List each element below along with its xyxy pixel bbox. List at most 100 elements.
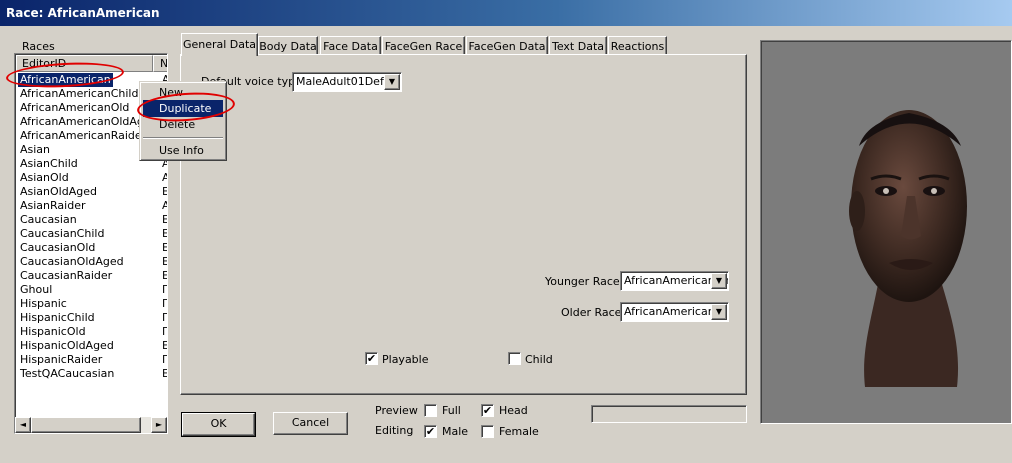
column-header-name[interactable]: N: [153, 55, 167, 72]
tab-face-data[interactable]: Face Data: [320, 36, 381, 56]
race-editorid: AsianRaider: [20, 199, 86, 212]
younger-race-label: Younger Race: [545, 275, 620, 288]
race-editorid: CaucasianOld: [20, 241, 96, 254]
race-editorid: AsianChild: [20, 157, 78, 170]
race-name-cell: Γ: [162, 353, 168, 366]
race-editorid: Caucasian: [20, 213, 77, 226]
race-editorid: AsianOld: [20, 171, 69, 184]
context-menu: New Duplicate Delete Use Info: [139, 81, 227, 161]
voice-type-value: MaleAdult01Defau: [296, 75, 398, 88]
menu-item-new[interactable]: New: [143, 84, 223, 101]
race-editorid: CaucasianChild: [20, 227, 105, 240]
race-name-cell: Γ: [162, 283, 168, 296]
window-title: Race: AfricanAmerican: [6, 6, 160, 20]
race-editorid: Hispanic: [20, 297, 67, 310]
preview-full-label: Full: [442, 404, 461, 417]
scroll-left-button[interactable]: ◄: [15, 417, 31, 433]
race-name-cell: E: [162, 213, 167, 227]
race-editorid: AfricanAmerican: [18, 73, 113, 87]
older-race-dropdown[interactable]: AfricanAmericanOl ▼: [620, 302, 729, 322]
scroll-left-icon: ◄: [19, 420, 27, 429]
editing-male-checkbox[interactable]: ✔: [424, 425, 437, 438]
menu-item-delete[interactable]: Delete: [143, 116, 223, 133]
race-editorid: AfricanAmericanRaider: [20, 129, 147, 142]
race-row[interactable]: AsianOldAged E: [16, 185, 167, 199]
race-editorid: TestQACaucasian: [20, 367, 115, 380]
race-row[interactable]: TestQACaucasian E: [16, 367, 167, 381]
child-checkbox[interactable]: [508, 352, 521, 365]
race-name-cell: E: [162, 255, 167, 269]
cancel-button[interactable]: Cancel: [273, 412, 348, 435]
dropdown-arrow-icon[interactable]: ▼: [711, 273, 727, 289]
race-editorid: CaucasianRaider: [20, 269, 113, 282]
race-row[interactable]: HispanicOld Γ: [16, 325, 168, 339]
younger-race-dropdown[interactable]: AfricanAmericanCh ▼: [620, 271, 729, 291]
race-name-cell: A: [162, 199, 167, 213]
race-row[interactable]: Hispanic Γ: [16, 297, 167, 311]
menu-item-use-info[interactable]: Use Info: [143, 142, 223, 159]
tab-reactions[interactable]: Reactions: [608, 36, 667, 56]
race-row[interactable]: CaucasianRaider E: [16, 269, 167, 283]
tab-text-data[interactable]: Text Data: [549, 36, 607, 56]
race-row[interactable]: CaucasianOldAged E: [16, 255, 167, 269]
editing-female-label: Female: [499, 425, 539, 438]
race-name-cell: E: [162, 227, 167, 241]
race-row[interactable]: HispanicRaider Γ: [16, 353, 168, 367]
race-row[interactable]: Ghoul Γ: [16, 283, 168, 297]
race-name-cell: E: [162, 339, 167, 353]
general-data-panel: Default voice type MaleAdult01Defau ▼ Yo…: [180, 54, 747, 395]
race-editorid: HispanicChild: [20, 311, 95, 324]
race-row[interactable]: CaucasianChild E: [16, 227, 167, 241]
dropdown-arrow-icon[interactable]: ▼: [711, 304, 727, 320]
race-name-cell: E: [162, 241, 167, 255]
preview-label: Preview: [375, 404, 418, 417]
check-icon: ✔: [482, 404, 493, 417]
race-row[interactable]: AsianOld A: [16, 171, 167, 185]
race-editorid: AsianOldAged: [20, 185, 97, 198]
race-editorid: AfricanAmericanOldAged: [20, 115, 158, 128]
race-editorid: Ghoul: [20, 283, 53, 296]
race-row[interactable]: AsianRaider A: [16, 199, 167, 213]
tab-body-data[interactable]: Body Data: [258, 36, 318, 56]
voice-type-dropdown[interactable]: MaleAdult01Defau ▼: [292, 72, 402, 92]
race-name-cell: E: [162, 185, 167, 199]
race-row[interactable]: CaucasianOld E: [16, 241, 167, 255]
race-editorid: AfricanAmericanChild: [20, 87, 139, 100]
child-label: Child: [525, 353, 553, 366]
playable-checkbox[interactable]: ✔: [365, 352, 378, 365]
race-editorid: CaucasianOldAged: [20, 255, 124, 268]
race-row[interactable]: HispanicOldAged E: [16, 339, 167, 353]
race-name-cell: Γ: [162, 311, 168, 324]
races-horizontal-scrollbar[interactable]: ◄ ►: [15, 417, 167, 433]
tab-general-data[interactable]: General Data: [181, 33, 258, 56]
scroll-thumb[interactable]: [31, 417, 141, 433]
ok-button[interactable]: OK: [181, 412, 256, 437]
editing-female-checkbox[interactable]: [481, 425, 494, 438]
races-label: Races: [22, 40, 55, 53]
menu-separator: [143, 137, 223, 139]
editing-label: Editing: [375, 424, 414, 437]
window-title-bar[interactable]: Race: AfricanAmerican: [0, 0, 1012, 26]
older-race-label: Older Race: [561, 306, 622, 319]
race-name-cell: E: [162, 269, 167, 283]
scroll-right-icon: ►: [155, 420, 163, 429]
race-row[interactable]: Caucasian E: [16, 213, 167, 227]
menu-item-duplicate[interactable]: Duplicate: [143, 100, 223, 117]
race-editorid: HispanicOld: [20, 325, 86, 338]
check-icon: ✔: [366, 352, 377, 365]
race-name-cell: E: [162, 367, 167, 381]
preview-full-checkbox[interactable]: [424, 404, 437, 417]
dropdown-arrow-icon[interactable]: ▼: [384, 74, 400, 90]
race-row[interactable]: HispanicChild Γ: [16, 311, 168, 325]
preview-head-checkbox[interactable]: ✔: [481, 404, 494, 417]
scroll-right-button[interactable]: ►: [151, 417, 167, 433]
tab-facegen-race[interactable]: FaceGen Race: [382, 36, 465, 56]
progress-bar: [591, 405, 747, 423]
tab-facegen-data[interactable]: FaceGen Data: [466, 36, 548, 56]
column-header-editorid[interactable]: EditorID: [16, 55, 153, 72]
playable-label: Playable: [382, 353, 429, 366]
race-editorid: AfricanAmericanOld: [20, 101, 130, 114]
head-preview-viewport[interactable]: [760, 40, 1012, 424]
race-name-cell: Γ: [162, 325, 168, 338]
editing-male-label: Male: [442, 425, 469, 438]
